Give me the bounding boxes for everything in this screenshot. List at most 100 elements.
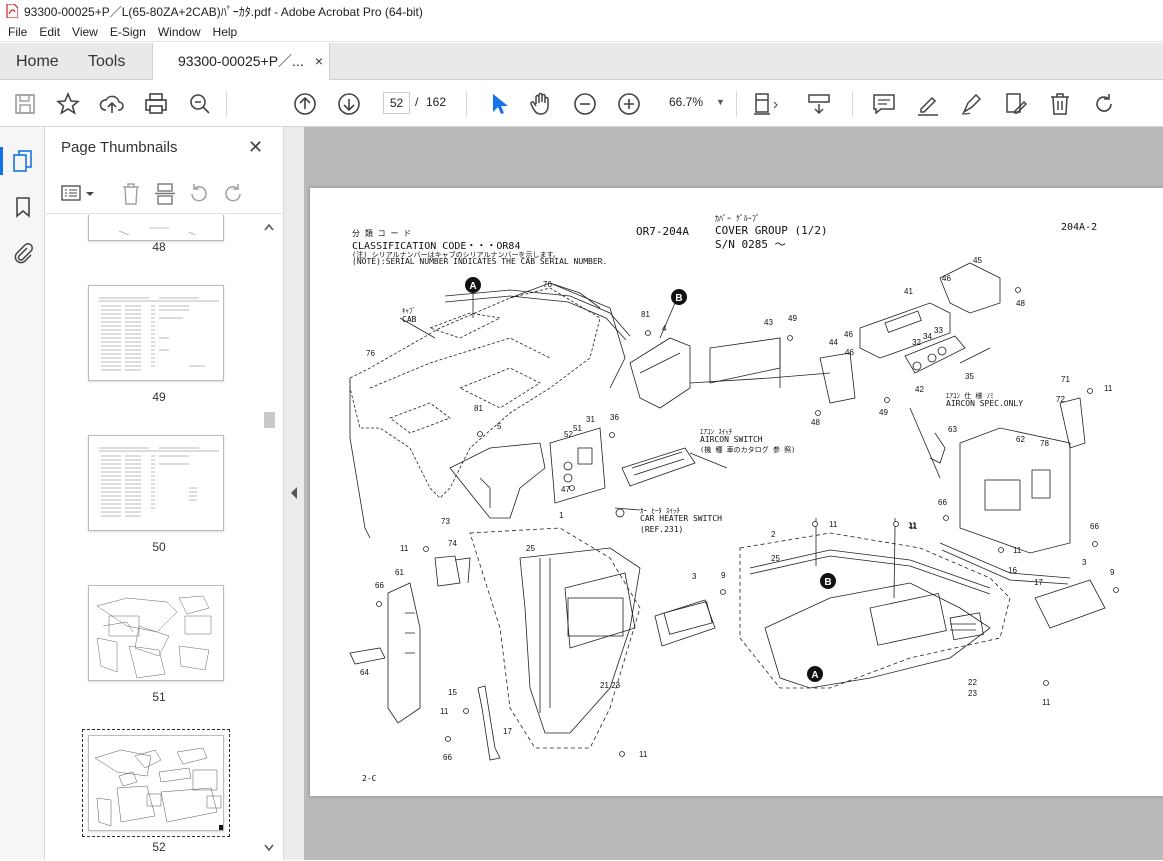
scrolling-mode-icon[interactable] — [806, 91, 832, 117]
part-number: 17 — [503, 727, 512, 736]
options-menu-icon[interactable] — [61, 182, 97, 206]
tab-tools[interactable]: Tools — [88, 43, 125, 80]
part-number: 76 — [543, 280, 552, 289]
part-number: 66 — [938, 498, 947, 507]
parts-drawing: A B B A — [349, 262, 1119, 761]
callout-b: B — [675, 293, 682, 304]
zoom-dropdown-icon[interactable]: ▼ — [716, 97, 725, 107]
bookmark-star-icon[interactable] — [55, 91, 81, 117]
delete-page-icon[interactable] — [120, 182, 142, 206]
part-number: 31 — [586, 415, 595, 424]
part-number: 34 — [923, 332, 932, 341]
close-tab-icon[interactable]: × — [315, 43, 323, 80]
part-number: 48 — [811, 418, 820, 427]
thumbnail-label: 50 — [152, 540, 166, 554]
menu-bar: File Edit View E-Sign Window Help — [0, 22, 1163, 42]
page-thumbnails-icon[interactable] — [11, 149, 35, 173]
zoom-level[interactable]: 66.7% — [669, 95, 703, 109]
part-number: 62 — [1016, 435, 1025, 444]
previous-page-icon[interactable] — [292, 91, 318, 117]
part-number: 52 — [564, 430, 573, 439]
part-number: 61 — [395, 568, 404, 577]
callout-a: A — [469, 281, 476, 292]
thumbnail-label: 48 — [152, 240, 166, 254]
window-title: 93300-00025+P／L(65-80ZA+2CAB)ﾊﾟｰｶﾀ.pdf -… — [24, 4, 423, 19]
part-number: 51 — [573, 424, 582, 433]
select-cursor-icon[interactable] — [486, 91, 512, 117]
tab-document-label: 93300-00025+P／... — [178, 53, 304, 69]
part-number: 35 — [965, 372, 974, 381]
part-number: 46 — [942, 274, 951, 283]
part-number: 71 — [1061, 375, 1070, 384]
rotate-cw-icon[interactable] — [222, 182, 244, 206]
sign-pen-icon[interactable] — [959, 91, 985, 117]
upload-cloud-icon[interactable] — [99, 91, 125, 117]
zoom-out-icon[interactable] — [572, 91, 598, 117]
part-number: 36 — [610, 413, 619, 422]
thumbnail-page-51[interactable] — [88, 585, 224, 681]
part-number: 9 — [1110, 568, 1115, 577]
part-number: 3 — [692, 572, 697, 581]
rotate-icon[interactable] — [1091, 91, 1117, 117]
part-number: 73 — [441, 517, 450, 526]
insert-page-icon[interactable] — [154, 182, 176, 206]
menu-help[interactable]: Help — [207, 25, 244, 39]
tab-document[interactable]: 93300-00025+P／... × — [152, 43, 330, 80]
title-bar: 93300-00025+P／L(65-80ZA+2CAB)ﾊﾟｰｶﾀ.pdf -… — [0, 0, 1163, 22]
part-number: 2 — [771, 530, 776, 539]
delete-trash-icon[interactable] — [1047, 91, 1073, 117]
part-number: 17 — [1034, 578, 1043, 587]
menu-window[interactable]: Window — [152, 25, 207, 39]
part-number: 1 — [559, 511, 564, 520]
menu-file[interactable]: File — [2, 25, 33, 39]
page-fit-icon[interactable] — [752, 91, 778, 117]
acrobat-app-icon — [6, 4, 18, 18]
part-number: 11 — [400, 544, 409, 553]
part-number: 63 — [948, 425, 957, 434]
collapse-arrow-icon[interactable] — [289, 485, 299, 501]
close-panel-icon[interactable]: ✕ — [248, 137, 263, 158]
thumbnail-label: 51 — [152, 690, 166, 704]
next-page-icon[interactable] — [336, 91, 362, 117]
thumbnail-page-49[interactable] — [88, 285, 224, 381]
part-number: 46 — [845, 348, 854, 357]
callout-b: B — [824, 577, 831, 588]
hand-pan-icon[interactable] — [528, 91, 554, 117]
part-number: 41 — [904, 287, 913, 296]
edit-pdf-icon[interactable] — [1003, 91, 1029, 117]
part-number: 21,23 — [600, 681, 621, 690]
thumbnail-scrollbar[interactable] — [262, 218, 276, 858]
part-number: 81 — [641, 310, 650, 319]
part-number: 76 — [366, 349, 375, 358]
thumbnail-page-48[interactable] — [88, 215, 224, 241]
zoom-search-icon[interactable] — [187, 91, 213, 117]
part-number: 48 — [1016, 299, 1025, 308]
menu-esign[interactable]: E-Sign — [104, 25, 152, 39]
part-number: 23 — [968, 689, 977, 698]
save-icon[interactable] — [12, 91, 38, 117]
thumbnail-page-52[interactable] — [82, 729, 230, 837]
part-number: 25 — [771, 554, 780, 563]
part-number: 74 — [448, 539, 457, 548]
left-rail — [0, 127, 45, 860]
page-number-input[interactable]: 52 — [383, 92, 410, 114]
attachments-icon[interactable] — [11, 241, 35, 265]
print-icon[interactable] — [143, 91, 169, 117]
part-number: 66 — [443, 753, 452, 762]
part-number: 3 — [1082, 558, 1087, 567]
menu-view[interactable]: View — [66, 25, 104, 39]
bookmarks-icon[interactable] — [11, 195, 35, 219]
panel-collapse-handle[interactable] — [284, 127, 304, 860]
part-number: 49 — [788, 314, 797, 323]
zoom-in-icon[interactable] — [616, 91, 642, 117]
comment-icon[interactable] — [871, 91, 897, 117]
rotate-ccw-icon[interactable] — [188, 182, 210, 206]
highlight-pen-icon[interactable] — [915, 91, 941, 117]
tab-home[interactable]: Home — [16, 43, 59, 80]
part-number: 11 — [440, 707, 449, 716]
menu-edit[interactable]: Edit — [33, 25, 66, 39]
thumbnail-label: 52 — [152, 840, 166, 854]
page-separator: / — [415, 95, 419, 109]
part-number: 33 — [934, 326, 943, 335]
thumbnail-page-50[interactable] — [88, 435, 224, 531]
